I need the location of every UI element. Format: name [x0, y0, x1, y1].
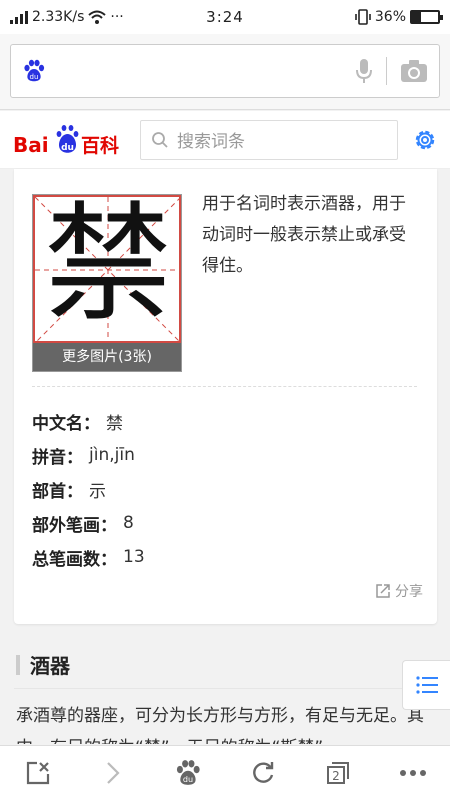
info-row-radical: 部首： 示 — [32, 472, 412, 506]
home-button[interactable]: du — [158, 746, 218, 800]
section-marker — [16, 654, 20, 675]
baike-search-input[interactable]: 搜索词条 — [140, 119, 398, 160]
search-placeholder: 搜索词条 — [177, 132, 245, 152]
baike-header: Bai du 百科 搜索词条 — [0, 111, 450, 169]
info-label: 中文名： — [32, 413, 100, 434]
list-icon — [415, 676, 438, 694]
character-image[interactable]: 禁 更多图片(3张) — [32, 194, 182, 372]
battery-icon — [410, 10, 443, 24]
baidu-paw-icon: du — [24, 59, 45, 82]
url-divider — [386, 57, 387, 85]
wifi-icon — [88, 10, 107, 24]
share-label: 分享 — [395, 584, 423, 600]
tabs-icon: 2 — [326, 762, 349, 784]
battery-percent: 36% — [374, 9, 406, 25]
menu-button[interactable] — [383, 746, 443, 800]
more-status-icon: ··· — [110, 9, 124, 25]
svg-text:du: du — [182, 775, 192, 784]
camera-icon[interactable] — [399, 58, 429, 84]
info-value: 13 — [123, 547, 145, 567]
browser-toolbar: du — [0, 34, 450, 110]
signal-icon — [10, 10, 28, 24]
info-row-total-strokes: 总笔画数： 13 — [32, 540, 412, 574]
status-bar: 2.33K/s ··· 3:24 36% — [0, 0, 450, 34]
card-divider — [32, 386, 417, 387]
info-label: 总笔画数： — [32, 549, 117, 570]
section-rule — [14, 688, 437, 689]
close-page-icon — [26, 761, 49, 785]
character-description: 用于名词时表示酒器，用于动词时一般表示禁止或承受得住。 — [202, 194, 406, 276]
svg-text:Bai: Bai — [13, 133, 49, 157]
gear-icon[interactable] — [412, 127, 438, 153]
info-value: 示 — [89, 481, 106, 502]
microphone-icon[interactable] — [354, 57, 374, 85]
chevron-right-icon — [106, 762, 120, 784]
search-icon — [152, 131, 168, 148]
info-label: 部首： — [32, 481, 83, 502]
more-icon — [399, 770, 426, 776]
network-speed: 2.33K/s — [32, 9, 85, 25]
info-row-chinese-name: 中文名： 禁 — [32, 404, 412, 438]
refresh-icon — [252, 762, 273, 783]
section-heading: 酒器 — [16, 650, 70, 679]
refresh-button[interactable] — [233, 746, 293, 800]
info-value: 禁 — [106, 413, 123, 434]
svg-text:du: du — [30, 73, 39, 81]
info-label: 部外笔画： — [32, 515, 117, 536]
character-grid: 禁 — [33, 195, 181, 343]
share-icon — [376, 584, 390, 598]
info-label: 拼音： — [32, 447, 83, 468]
table-of-contents-button[interactable] — [402, 660, 450, 710]
character-card: 禁 更多图片(3张) 用于名词时表示酒器，用于动词时一般表示禁止或承受得住。 中… — [14, 169, 437, 624]
vibrate-icon — [355, 9, 371, 25]
more-images-button[interactable]: 更多图片(3张) — [33, 343, 181, 371]
info-value: jìn,jīn — [89, 445, 135, 465]
section-title: 酒器 — [30, 654, 70, 678]
info-row-pinyin: 拼音： jìn,jīn — [32, 438, 412, 472]
svg-text:2: 2 — [332, 769, 340, 783]
status-left: 2.33K/s ··· — [10, 9, 160, 25]
close-page-button[interactable] — [8, 746, 68, 800]
status-time: 3:24 — [206, 8, 244, 26]
status-right: 36% — [290, 9, 443, 25]
info-value: 8 — [123, 513, 134, 533]
bottom-toolbar: du 2 — [0, 745, 450, 800]
character-glyph: 禁 — [43, 194, 172, 339]
svg-text:du: du — [61, 143, 74, 153]
info-list: 中文名： 禁 拼音： jìn,jīn 部首： 示 部外笔画： 8 总笔画数： 1… — [32, 404, 412, 574]
forward-button[interactable] — [83, 746, 143, 800]
tabs-button[interactable]: 2 — [308, 746, 368, 800]
section-text: 承酒尊的器座，可分为长方形与方形，有足与无足。其中，有足的称为“禁”，无足的称为… — [16, 706, 424, 744]
url-bar[interactable]: du — [10, 44, 440, 98]
share-button[interactable]: 分享 — [375, 581, 423, 601]
baidu-paw-icon: du — [176, 760, 200, 785]
info-row-extra-strokes: 部外笔画： 8 — [32, 506, 412, 540]
svg-text:百科: 百科 — [81, 134, 119, 157]
battery-fill — [412, 12, 422, 22]
baike-logo[interactable]: Bai du 百科 — [12, 120, 130, 160]
